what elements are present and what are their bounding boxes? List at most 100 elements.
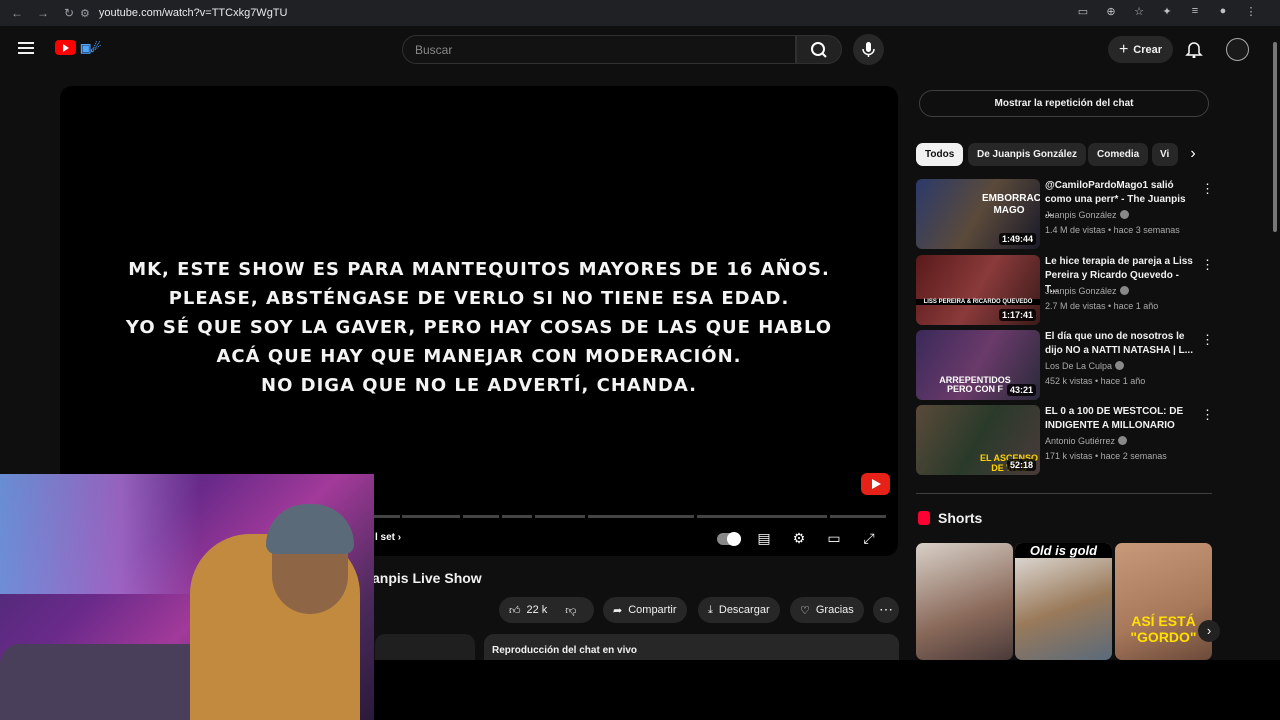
short-thumbnail[interactable]: ASÍ ESTÁ "GORDO"	[1115, 543, 1212, 660]
short-thumbnail[interactable]: Old is gold	[1015, 543, 1112, 660]
channel-label: Los De La Culpa	[1045, 361, 1113, 371]
zoom-icon[interactable]: ⊕	[1104, 5, 1118, 18]
bottom-overlay	[374, 660, 1280, 720]
chrome-menu-icon[interactable]: ⋮	[1244, 5, 1258, 18]
channel-name[interactable]: Los De La Culpa	[1045, 361, 1125, 371]
show-chat-replay-button[interactable]: Mostrar la repetición del chat	[919, 90, 1209, 117]
chat-replay-label: Reproducción del chat en vivo	[492, 645, 638, 656]
video-duration: 1:17:41	[998, 309, 1036, 321]
video-thumbnail[interactable]: EMBORRACHÉ MAGO 1:49:44	[916, 179, 1040, 249]
chip-partial[interactable]: Vi	[1152, 143, 1178, 166]
install-icon[interactable]: ▭	[1076, 5, 1090, 18]
back-icon[interactable]: ←	[9, 6, 25, 20]
section-divider	[916, 493, 1212, 494]
url-text: youtube.com/watch?v=TTCxkg7WgTU	[98, 7, 288, 19]
shorts-next-chevron-icon[interactable]: ›	[1198, 620, 1220, 642]
progress-bar[interactable]	[372, 515, 886, 518]
thanks-heart-icon: ♡	[800, 604, 810, 617]
channel-label: Juanpis González	[1045, 286, 1117, 296]
like-count[interactable]: 22 k	[527, 604, 548, 616]
video-title[interactable]: El día que uno de nosotros le dijo NO a …	[1045, 330, 1195, 358]
hamburger-menu-icon[interactable]	[18, 42, 34, 54]
chevron-right-icon[interactable]: ›	[1183, 145, 1203, 165]
thanks-label: Gracias	[815, 604, 854, 616]
channel-name[interactable]: Juanpis González	[1045, 210, 1129, 220]
overlay-line: MK, ESTE SHOW ES PARA MANTEQUITOS MAYORE…	[128, 259, 830, 280]
video-thumbnail[interactable]: LISS PEREIRA & RICARDO QUEVEDO 1:17:41	[916, 255, 1040, 325]
share-button[interactable]: ➦ Compartir	[603, 597, 687, 623]
shorts-header: Shorts	[918, 510, 982, 526]
shorts-icon	[918, 511, 930, 525]
share-label: Compartir	[628, 604, 677, 616]
recommended-video[interactable]: LISS PEREIRA & RICARDO QUEVEDO 1:17:41 L…	[916, 255, 1214, 325]
site-info-icon[interactable]: ⚙	[80, 7, 90, 20]
thanks-button[interactable]: ♡ Gracias	[790, 597, 864, 623]
bookmark-star-icon[interactable]: ☆	[1132, 5, 1146, 18]
extensions-icon[interactable]: ✦	[1160, 5, 1174, 18]
page-scrollbar[interactable]	[1270, 30, 1280, 660]
address-bar[interactable]: ⚙ youtube.com/watch?v=TTCxkg7WgTU	[80, 3, 1170, 23]
forward-icon[interactable]: →	[35, 6, 51, 20]
video-duration: 43:21	[1006, 384, 1036, 396]
youtube-watermark-icon[interactable]	[861, 473, 890, 495]
like-icon[interactable]: 👍︎	[509, 604, 521, 617]
verified-icon	[1115, 361, 1125, 370]
reload-icon[interactable]: ↻	[61, 6, 77, 20]
chip-all[interactable]: Todos	[916, 143, 964, 166]
dislike-icon[interactable]: 👎︎	[565, 604, 576, 617]
profile-icon[interactable]: ●	[1216, 5, 1230, 18]
thumbnail-text: EMBORRACHÉ MAGO	[982, 193, 1040, 216]
shorts-title: Shorts	[938, 510, 983, 526]
video-title[interactable]: EL 0 a 100 DE WESTCOL: DE INDIGENTE A MI…	[1045, 405, 1195, 433]
download-icon: ⤓	[708, 603, 713, 616]
notifications-bell-icon[interactable]	[1185, 40, 1203, 58]
scrollbar-thumb[interactable]	[1273, 42, 1277, 232]
channel-name[interactable]: Antonio Gutiérrez	[1045, 436, 1128, 446]
more-options-icon[interactable]: ⋮	[1201, 332, 1214, 348]
video-meta: 2.7 M de vistas • hace 1 año	[1045, 301, 1159, 311]
browser-toolbar: ← → ↻ ⚙ youtube.com/watch?v=TTCxkg7WgTU …	[0, 0, 1280, 26]
chapter-text: l set	[375, 532, 396, 543]
more-options-icon[interactable]: ⋮	[1201, 181, 1214, 197]
video-duration: 1:49:44	[998, 233, 1036, 245]
video-duration: 52:18	[1006, 459, 1036, 471]
streamer-beanie	[266, 504, 354, 554]
theater-mode-icon[interactable]: ▭	[824, 530, 844, 548]
share-icon: ➦	[613, 604, 623, 617]
verified-icon	[1119, 210, 1129, 219]
channel-name[interactable]: Juanpis González	[1045, 286, 1129, 296]
channel-label: Juanpis González	[1045, 210, 1117, 220]
recommended-video[interactable]: EL ASCENSO DE WES 52:18 EL 0 a 100 DE WE…	[916, 405, 1214, 475]
voice-search-button[interactable]	[853, 34, 884, 65]
youtube-logo[interactable]: ▣☄	[55, 40, 116, 55]
channel-label: Antonio Gutiérrez	[1045, 436, 1116, 446]
fullscreen-icon[interactable]: ⤢	[859, 530, 879, 548]
media-icon[interactable]: ≡	[1188, 5, 1202, 18]
video-thumbnail[interactable]: ARREPENTIDOS PERO CON F 43:21	[916, 330, 1040, 400]
chapter-label[interactable]: l set ›	[375, 532, 401, 543]
plus-icon: +	[1118, 40, 1129, 58]
chip-comedy[interactable]: Comedia	[1088, 143, 1149, 166]
autoplay-toggle[interactable]	[717, 532, 741, 546]
verified-icon	[1118, 436, 1128, 445]
chip-juanpis[interactable]: De Juanpis González	[968, 143, 1087, 166]
settings-gear-icon[interactable]: ⚙	[789, 530, 809, 548]
recommended-video[interactable]: EMBORRACHÉ MAGO 1:49:44 @CamiloPardoMago…	[916, 179, 1214, 249]
verified-icon	[1119, 286, 1129, 295]
search-input[interactable]: Buscar	[402, 35, 796, 64]
video-overlay-text: MK, ESTE SHOW ES PARA MANTEQUITOS MAYORE…	[60, 255, 898, 400]
more-options-icon[interactable]: ⋮	[1201, 407, 1214, 423]
create-button[interactable]: + Crear	[1108, 36, 1173, 63]
video-meta: 1.4 M de vistas • hace 3 semanas	[1045, 225, 1180, 235]
search-button[interactable]	[796, 35, 842, 64]
download-button[interactable]: ⤓ Descargar	[698, 597, 780, 623]
subtitles-icon[interactable]: ▤	[754, 530, 774, 548]
thumbnail-text: LISS PEREIRA & RICARDO QUEVEDO	[916, 299, 1040, 305]
webcam-overlay	[0, 474, 374, 720]
account-avatar[interactable]	[1226, 38, 1249, 61]
more-actions-button[interactable]: ⋯	[873, 597, 899, 623]
video-thumbnail[interactable]: EL ASCENSO DE WES 52:18	[916, 405, 1040, 475]
short-thumbnail[interactable]	[916, 543, 1013, 660]
recommended-video[interactable]: ARREPENTIDOS PERO CON F 43:21 El día que…	[916, 330, 1214, 400]
more-options-icon[interactable]: ⋮	[1201, 257, 1214, 273]
